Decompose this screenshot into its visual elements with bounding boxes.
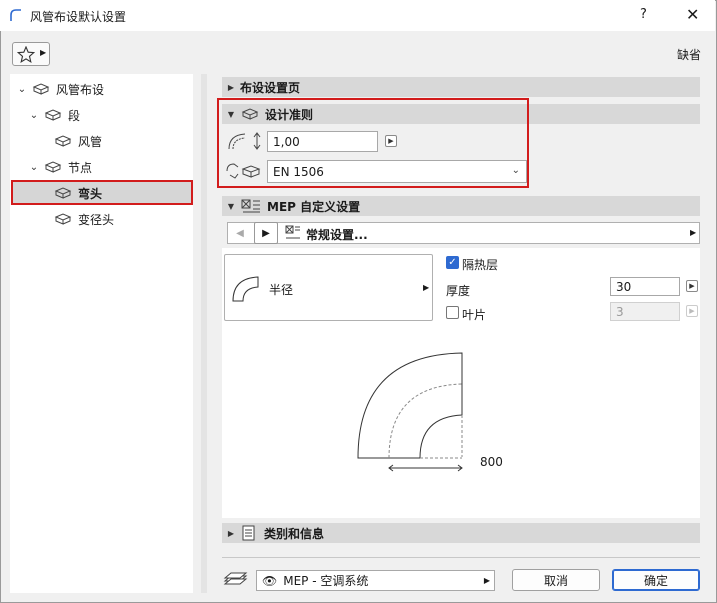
shape-label: 半径 [269,283,294,297]
tree-item-node[interactable]: ⌄ 节点 [28,155,92,179]
app-icon [10,9,21,21]
chevron-down-icon: ⌄ [29,109,39,121]
section-title: 类别和信息 [264,526,325,541]
tree-label: 弯头 [78,186,103,201]
section-header-classification[interactable]: ▶ 类别和信息 [222,523,700,543]
check-icon: ✓ [448,257,457,268]
insulation-label: 隔热层 [462,258,499,272]
mep-page-nav: ◀ ▶ 常规设置... ▶ [227,222,700,244]
caret-down-icon: ▼ [227,201,235,211]
vane-options-button[interactable]: ▶ [686,305,698,317]
thickness-label: 厚度 [446,284,471,298]
chevron-down-icon: ⌄ [29,161,39,173]
chevron-down-icon: ⌄ [17,83,27,95]
close-button[interactable]: ✕ [686,5,699,24]
tree-item-duct[interactable]: 风管 [54,129,102,153]
window-title: 风管布设默认设置 [30,10,127,24]
layers-icon [223,572,248,585]
section-title: MEP 自定义设置 [267,199,361,214]
vane-label: 叶片 [462,308,487,322]
prev-page-button[interactable]: ◀ [228,223,252,243]
design-rules-highlight [217,98,529,188]
layer-value: MEP - 空调系统 [283,574,369,588]
dimension-label: 800 [480,455,503,469]
caret-right-icon: ▶ [227,528,235,538]
panel-splitter[interactable] [201,74,207,593]
mep-custom-icon [241,199,260,213]
duct-icon [54,135,72,147]
caret-right-icon: ▶ [262,227,270,239]
caret-right-icon: ▶ [40,48,47,57]
footer-divider [222,557,700,558]
tree-label: 段 [68,108,81,123]
layer-select[interactable]: 👁 MEP - 空调系统 ▶ [256,570,495,591]
default-label: 缺省 [677,48,702,62]
tree-label: 风管布设 [56,82,105,97]
help-button[interactable]: ? [640,7,647,22]
duct-box-icon [32,83,50,95]
caret-right-icon: ▶ [483,576,490,585]
cancel-button[interactable]: 取消 [512,569,600,591]
transition-icon [54,213,72,225]
star-icon [17,46,35,63]
vane-count-input[interactable]: 3 [610,302,680,321]
eye-icon: 👁 [262,573,278,588]
caret-right-icon: ▶ [689,282,695,290]
elbow-shape-selector[interactable]: 半径 ▶ [224,254,433,321]
elbow-icon [54,187,72,199]
document-icon [242,525,255,541]
insulation-checkbox[interactable]: ✓ [446,256,459,269]
tree-item-transition[interactable]: 变径头 [54,207,114,231]
thickness-input[interactable]: 30 [610,277,680,296]
caret-right-icon: ▶ [690,228,697,237]
section-title: 布设设置页 [240,80,301,95]
node-icon [44,161,62,173]
tree-item-elbow[interactable]: 弯头 [54,181,102,205]
tree-item-duct-routing[interactable]: ⌄ 风管布设 [16,77,104,101]
tree-label: 节点 [68,160,93,175]
ok-button[interactable]: 确定 [612,569,700,591]
favorites-button[interactable]: ▶ [12,42,50,66]
caret-right-icon: ▶ [227,82,235,92]
section-header-placement[interactable]: ▶ 布设设置页 [222,77,700,97]
next-page-button[interactable]: ▶ [254,222,278,244]
general-settings-icon [285,225,300,239]
section-header-mep-custom[interactable]: ▼ MEP 自定义设置 [222,196,700,216]
tree-label: 变径头 [78,212,115,227]
page-selector-label[interactable]: 常规设置... [306,226,368,243]
tree-label: 风管 [78,134,103,149]
radius-elbow-icon [232,276,259,302]
caret-right-icon: ▶ [689,307,695,315]
segment-icon [44,109,62,121]
vane-checkbox[interactable] [446,306,459,319]
tree-item-segment[interactable]: ⌄ 段 [28,103,80,127]
caret-left-icon: ◀ [236,227,244,239]
thickness-options-button[interactable]: ▶ [686,280,698,292]
caret-right-icon: ▶ [423,283,430,292]
